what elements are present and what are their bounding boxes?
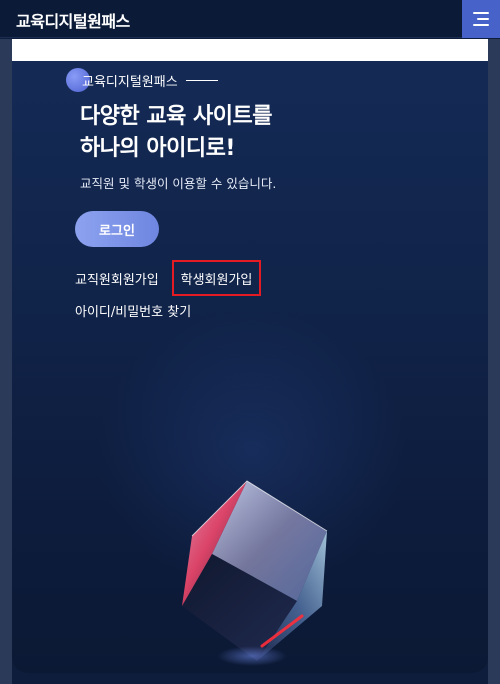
hamburger-menu-icon-line: [477, 18, 489, 20]
student-signup-highlight[interactable]: 학생회원가입: [172, 260, 261, 296]
page-edge-left: [0, 39, 12, 684]
hamburger-menu-icon-line: [473, 24, 489, 26]
hero-brand: 교육디지털원패스: [66, 68, 218, 92]
menu-button[interactable]: [462, 0, 500, 38]
cube-glow: [217, 646, 287, 666]
page-edge-right: [488, 39, 500, 684]
student-signup-link[interactable]: 학생회원가입: [181, 269, 253, 288]
hamburger-menu-icon: [473, 12, 489, 14]
hero-title-line2: 하나의 아이디로!: [80, 136, 235, 161]
hero-section: 교육디지털원패스 다양한 교육 사이트를 하나의 아이디로! 교직원 및 학생이…: [12, 61, 488, 673]
login-button[interactable]: 로그인: [75, 211, 159, 247]
hero-title-line1: 다양한 교육 사이트를: [80, 104, 272, 129]
hero-brand-label: 교육디지털원패스: [82, 74, 178, 90]
teacher-signup-link[interactable]: 교직원회원가입: [75, 269, 159, 288]
header: 교육디지털원패스: [0, 0, 500, 38]
glass-cube-icon: [182, 480, 328, 661]
hero-subtitle: 교직원 및 학생이 이용할 수 있습니다.: [80, 176, 277, 191]
brand-divider-line: [185, 79, 218, 81]
find-id-password-link[interactable]: 아이디/비밀번호 찾기: [75, 301, 191, 320]
top-banner-strip: [12, 39, 488, 61]
site-logo[interactable]: 교육디지털원패스: [16, 8, 130, 32]
hero-cube-illustration: [162, 476, 342, 673]
hero-title: 다양한 교육 사이트를 하나의 아이디로!: [80, 101, 272, 165]
page: 교육디지털원패스 교육디지털원패스 다양한 교육 사이트를 하나의 아이디로! …: [0, 0, 500, 684]
